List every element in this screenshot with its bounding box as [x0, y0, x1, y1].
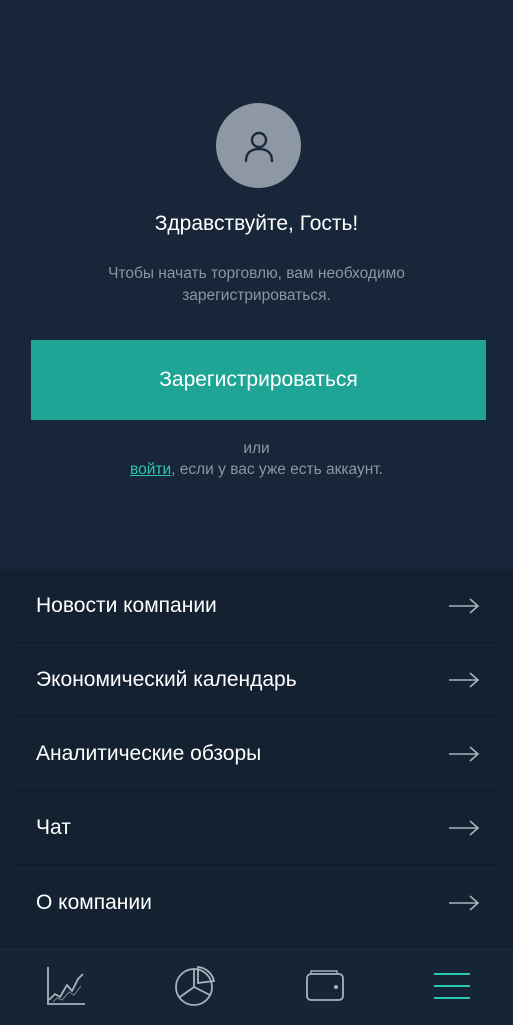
guest-header: Здравствуйте, Гость! Чтобы начать торгов… [0, 0, 513, 568]
menu-list: Новости компании Экономический календарь… [0, 570, 513, 945]
nav-portfolio[interactable] [170, 961, 220, 1011]
user-icon [244, 131, 273, 162]
menu-item-company-news[interactable]: Новости компании [12, 570, 501, 643]
menu-item-label: Экономический календарь [36, 668, 297, 691]
greeting-subtitle: Чтобы начать торговлю, вам необходимо за… [108, 265, 405, 304]
greeting-title: Здравствуйте, Гость! [154, 212, 359, 235]
menu-item-label: О компании [36, 890, 152, 914]
or-label: или [243, 440, 270, 457]
menu-item-label: Чат [36, 816, 71, 839]
nav-menu[interactable] [427, 961, 477, 1011]
login-suffix: , если у вас уже есть аккаунт. [171, 461, 383, 478]
menu-item-about[interactable]: О компании [12, 866, 501, 939]
arrow-right-icon [449, 746, 480, 762]
register-button[interactable]: Зарегистрироваться [31, 340, 486, 420]
menu-item-chat[interactable]: Чат [12, 792, 501, 865]
arrow-right-icon [449, 894, 480, 911]
login-link[interactable]: войти [130, 461, 171, 478]
arrow-right-icon [449, 598, 480, 614]
avatar [216, 103, 301, 188]
menu-item-analytics[interactable]: Аналитические обзоры [12, 718, 501, 791]
nav-wallet[interactable] [300, 961, 350, 1011]
menu-item-economic-calendar[interactable]: Экономический календарь [12, 644, 501, 717]
bottom-navigation [0, 946, 513, 1025]
login-prompt: войти, если у вас уже есть аккаунт. [0, 461, 513, 479]
arrow-right-icon [449, 820, 480, 836]
nav-trading[interactable] [40, 961, 90, 1011]
pie-chart-icon [175, 966, 216, 1006]
menu-item-label: Аналитические обзоры [36, 742, 262, 765]
arrow-right-icon [449, 672, 480, 688]
wallet-icon [306, 970, 344, 1001]
hamburger-menu-icon [434, 973, 470, 999]
line-chart-icon [47, 967, 85, 1005]
menu-item-label: Новости компании [36, 594, 217, 617]
